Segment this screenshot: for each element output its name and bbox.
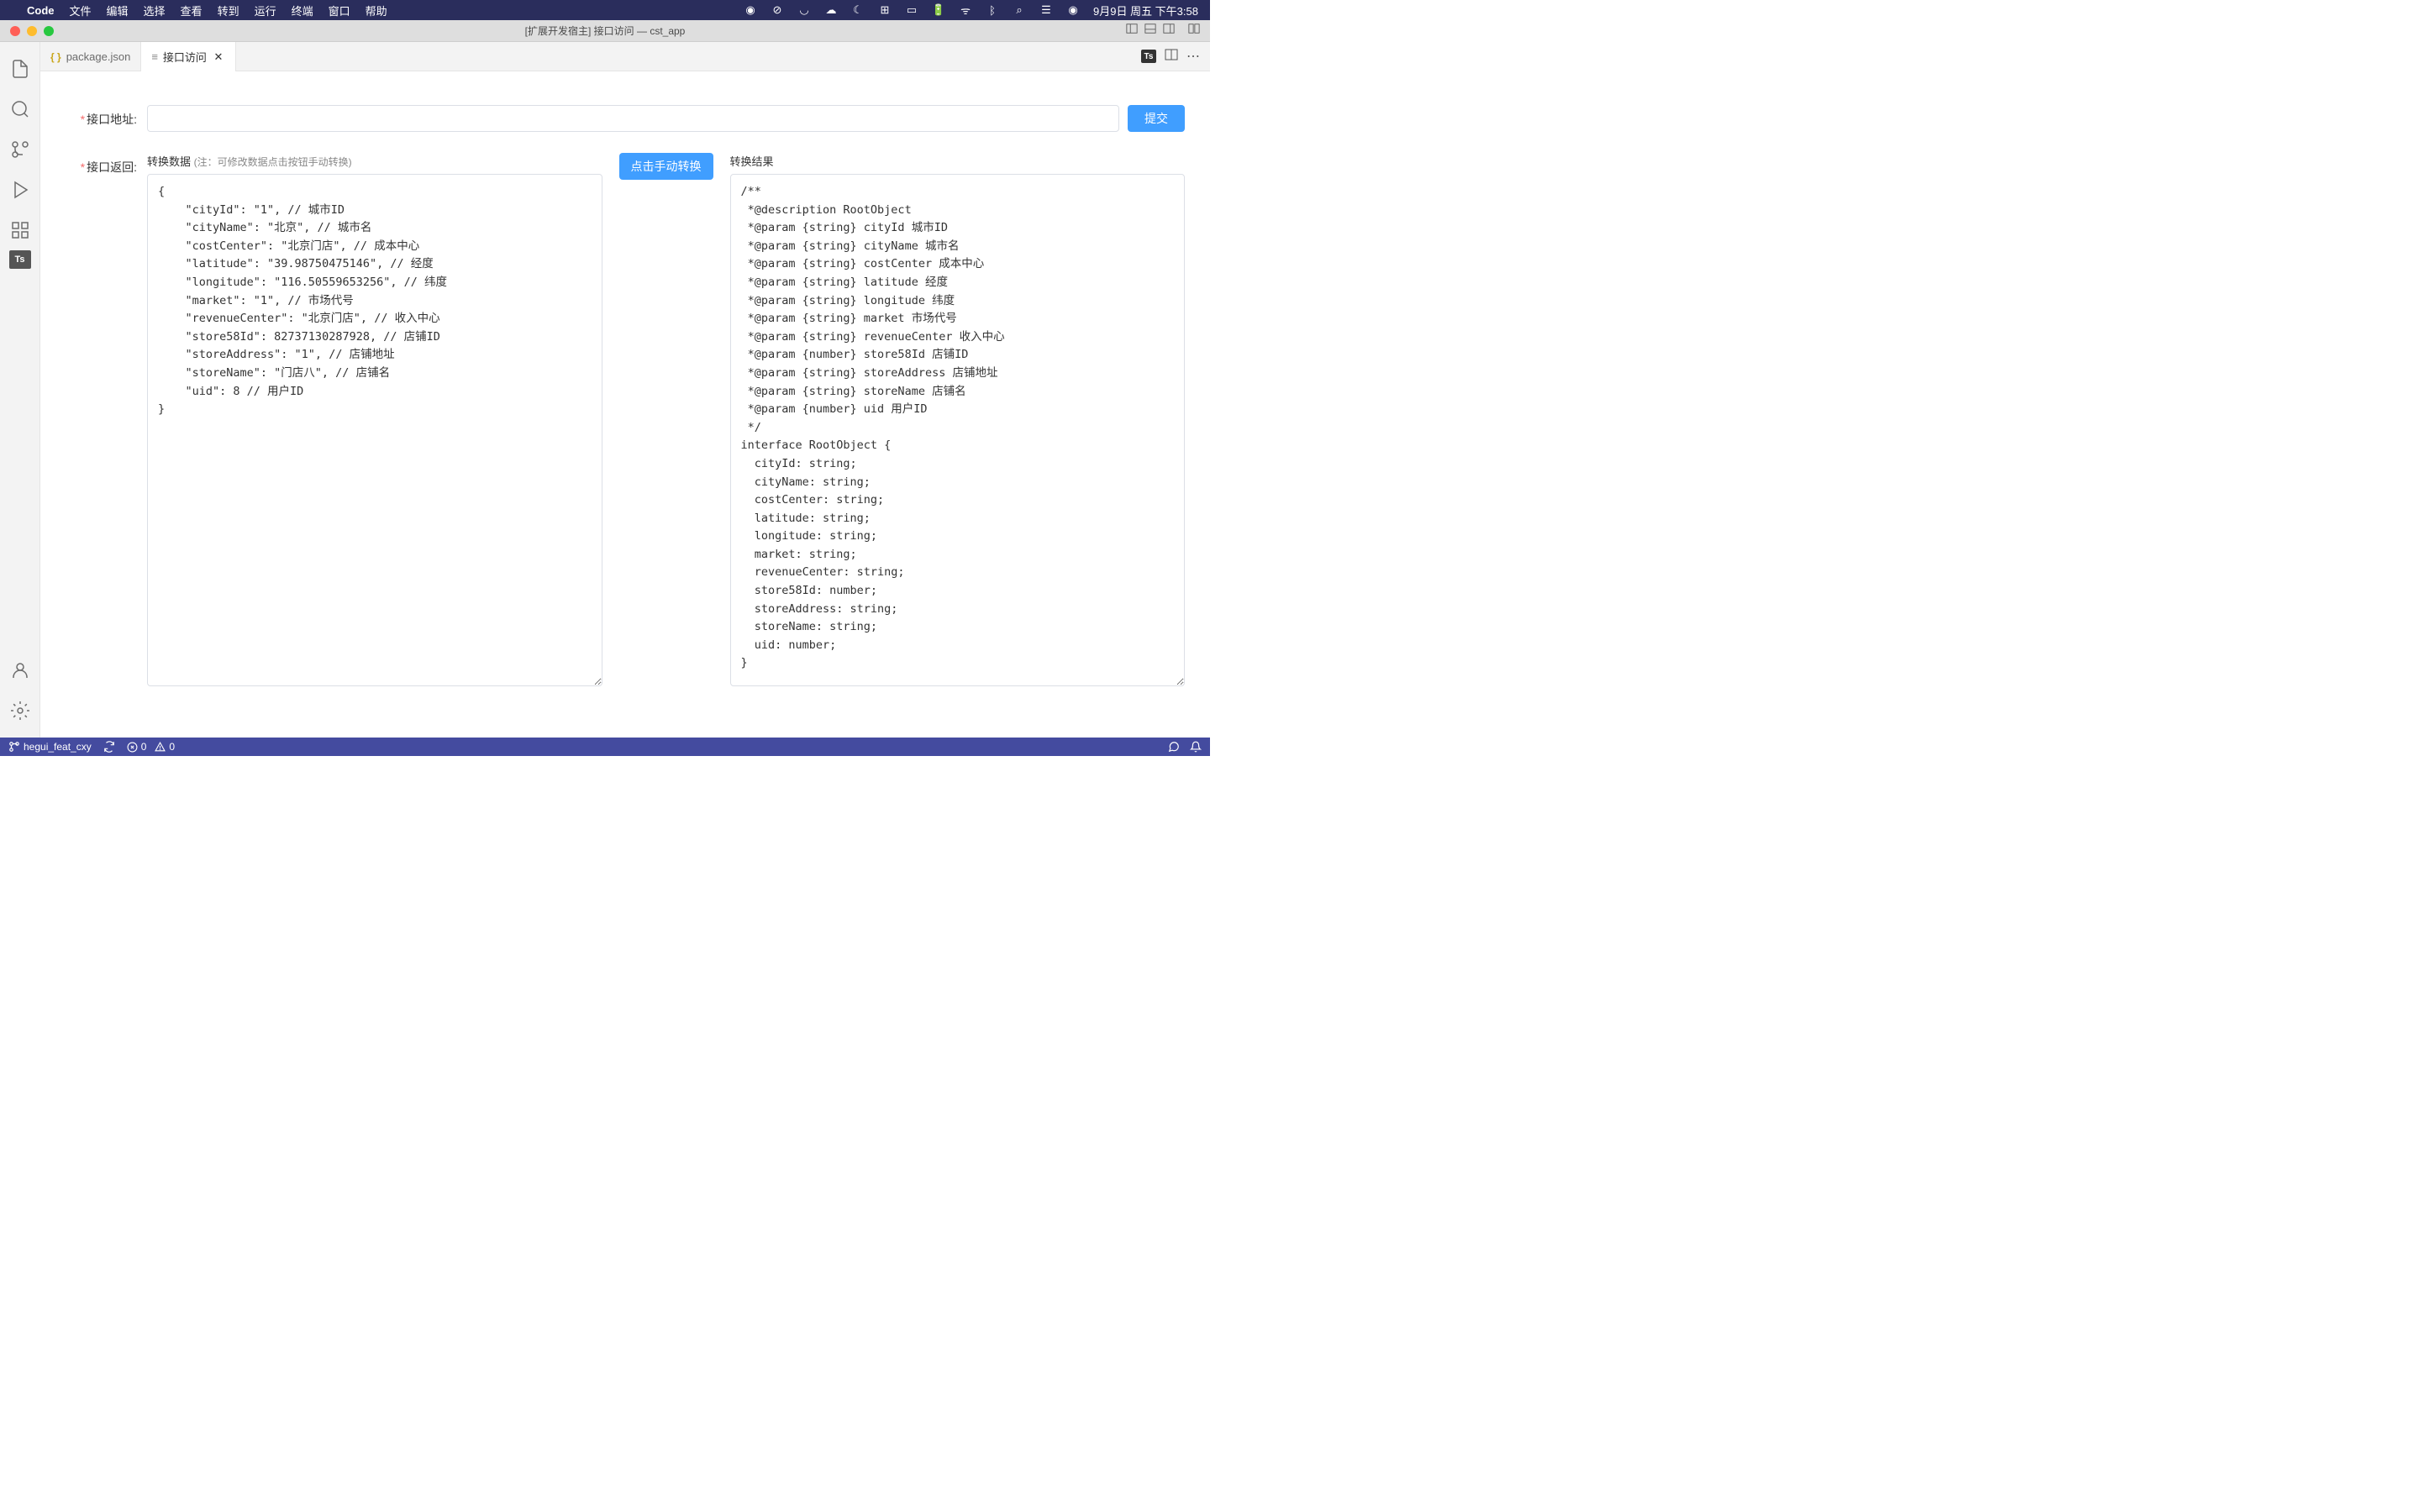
ts-badge-icon[interactable]: Ts xyxy=(1141,50,1156,63)
status-problems[interactable]: 0 0 xyxy=(127,741,175,753)
menu-window[interactable]: 窗口 xyxy=(329,3,350,18)
left-panel-title: 转换数据 (注：可修改数据点击按钮手动转换) xyxy=(147,153,602,169)
status-sync[interactable] xyxy=(103,741,115,753)
response-label: *接口返回: xyxy=(66,153,137,176)
layout-icon-3[interactable] xyxy=(1163,23,1175,39)
tab-api-access[interactable]: ≡ 接口访问 ✕ xyxy=(141,42,236,71)
menubar-datetime[interactable]: 9月9日 周五 下午3:58 xyxy=(1093,3,1198,18)
display-icon[interactable]: ▭ xyxy=(905,3,918,17)
activity-account[interactable] xyxy=(0,650,40,690)
convert-button[interactable]: 点击手动转换 xyxy=(619,153,713,180)
layout-icon-4[interactable] xyxy=(1188,23,1200,39)
menu-edit[interactable]: 编辑 xyxy=(107,3,129,18)
status-icon-2[interactable]: ⊘ xyxy=(771,3,784,17)
output-ts-textarea[interactable] xyxy=(730,174,1186,686)
layout-icon-1[interactable] xyxy=(1126,23,1138,39)
search-icon[interactable]: ⌕ xyxy=(1013,3,1026,17)
input-json-textarea[interactable] xyxy=(147,174,602,686)
activity-explorer[interactable] xyxy=(0,49,40,89)
battery-icon[interactable]: 🔋 xyxy=(932,3,945,17)
tab-package-json[interactable]: { } package.json xyxy=(40,42,141,71)
status-feedback-icon[interactable] xyxy=(1168,741,1180,753)
url-label: *接口地址: xyxy=(66,105,137,128)
menu-file[interactable]: 文件 xyxy=(70,3,92,18)
url-input[interactable] xyxy=(147,105,1119,132)
tab-label: package.json xyxy=(66,50,131,63)
form-area: *接口地址: 提交 *接口返回: 转换数据 (注：可修改数据点击按钮手动转换) … xyxy=(40,71,1210,738)
bluetooth-icon[interactable]: ᛒ xyxy=(986,3,999,17)
split-editor-icon[interactable] xyxy=(1165,48,1178,66)
activity-bar: Ts xyxy=(0,42,40,738)
siri-icon[interactable]: ◉ xyxy=(1066,3,1080,17)
window-titlebar: [扩展开发宿主] 接口访问 — cst_app xyxy=(0,20,1210,42)
menu-selection[interactable]: 选择 xyxy=(144,3,166,18)
activity-search[interactable] xyxy=(0,89,40,129)
right-panel-title: 转换结果 xyxy=(730,153,1186,169)
wechat-icon[interactable]: ☁ xyxy=(824,3,838,17)
activity-extensions[interactable] xyxy=(0,210,40,250)
more-actions-icon[interactable]: ⋯ xyxy=(1186,48,1200,65)
json-file-icon: { } xyxy=(50,51,61,63)
status-bell-icon[interactable] xyxy=(1190,741,1202,753)
menu-run[interactable]: 运行 xyxy=(255,3,276,18)
menubar-app-name[interactable]: Code xyxy=(27,4,55,17)
activity-source-control[interactable] xyxy=(0,129,40,170)
status-icon-1[interactable]: ◉ xyxy=(744,3,757,17)
menu-go[interactable]: 转到 xyxy=(218,3,239,18)
grid-icon[interactable]: ⊞ xyxy=(878,3,892,17)
activity-ts[interactable]: Ts xyxy=(9,250,31,269)
maximize-window-button[interactable] xyxy=(44,26,54,36)
text-file-icon: ≡ xyxy=(151,50,158,63)
status-bar: hegui_feat_cxy 0 0 xyxy=(0,738,1210,756)
minimize-window-button[interactable] xyxy=(27,26,37,36)
activity-run-debug[interactable] xyxy=(0,170,40,210)
menu-terminal[interactable]: 终端 xyxy=(292,3,313,18)
editor-tabs: { } package.json ≡ 接口访问 ✕ Ts ⋯ xyxy=(40,42,1210,71)
tab-label: 接口访问 xyxy=(163,49,207,65)
status-branch[interactable]: hegui_feat_cxy xyxy=(8,741,92,753)
activity-settings[interactable] xyxy=(0,690,40,731)
close-tab-icon[interactable]: ✕ xyxy=(212,50,225,64)
wifi-icon[interactable]: ᯤ xyxy=(959,3,972,17)
pocket-icon[interactable]: ◡ xyxy=(797,3,811,17)
status-icon-5[interactable]: ☾ xyxy=(851,3,865,17)
control-center-icon[interactable]: ☰ xyxy=(1039,3,1053,17)
submit-button[interactable]: 提交 xyxy=(1128,105,1185,132)
layout-icon-2[interactable] xyxy=(1144,23,1156,39)
window-title: [扩展开发宿主] 接口访问 — cst_app xyxy=(525,24,686,38)
menu-view[interactable]: 查看 xyxy=(181,3,203,18)
macos-menubar: Code 文件 编辑 选择 查看 转到 运行 终端 窗口 帮助 ◉ ⊘ ◡ ☁ … xyxy=(0,0,1210,20)
close-window-button[interactable] xyxy=(10,26,20,36)
menu-help[interactable]: 帮助 xyxy=(366,3,387,18)
